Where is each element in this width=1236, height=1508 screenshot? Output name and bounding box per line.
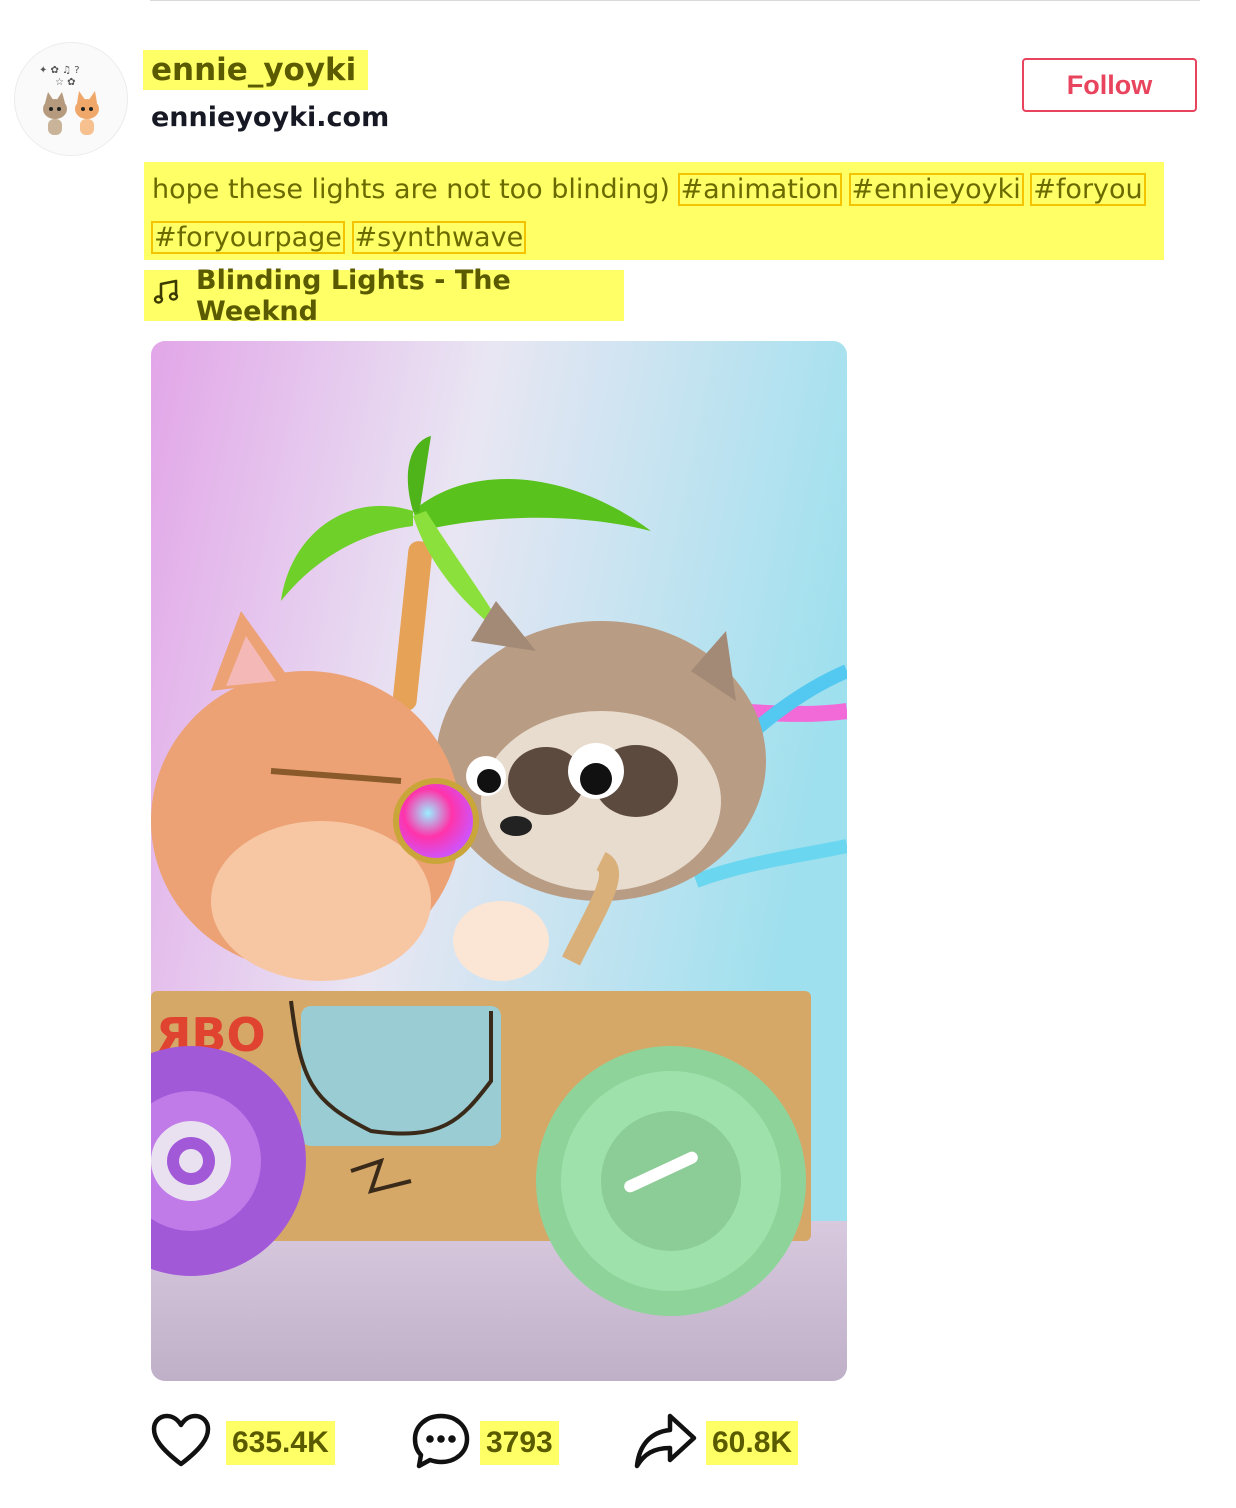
music-note-icon (152, 277, 182, 314)
like-action[interactable]: 635.4K (150, 1410, 335, 1476)
author-username[interactable]: ennie_yoyki (143, 50, 369, 90)
hashtag-link[interactable]: #foryou (1030, 173, 1146, 206)
comment-count: 3793 (480, 1421, 559, 1465)
hashtag-link[interactable]: #foryourpage (151, 221, 345, 254)
top-divider (150, 0, 1200, 1)
hashtag-link[interactable]: #animation (677, 173, 842, 206)
share-arrow-icon[interactable] (632, 1410, 698, 1476)
music-link[interactable]: Blinding Lights - The Weeknd (144, 265, 624, 327)
comment-action[interactable]: 3793 (410, 1410, 559, 1476)
post-caption: hope these lights are not too blinding) … (144, 162, 1164, 260)
hashtag-link[interactable]: #ennieyoyki (848, 173, 1024, 206)
heart-icon[interactable] (150, 1412, 212, 1474)
like-count: 635.4K (226, 1421, 335, 1465)
share-count: 60.8K (706, 1421, 799, 1465)
follow-button[interactable]: Follow (1022, 58, 1197, 112)
svg-text:✦ ✿ ♫ ?: ✦ ✿ ♫ ? (39, 65, 80, 76)
author-website[interactable]: ennieyoyki.com (151, 100, 389, 136)
share-action[interactable]: 60.8K (632, 1410, 799, 1476)
svg-text:☆ ✿: ☆ ✿ (55, 77, 76, 88)
music-title: Blinding Lights - The Weeknd (196, 264, 511, 327)
hashtag-link[interactable]: #synthwave (351, 221, 527, 254)
author-avatar[interactable]: ✦ ✿ ♫ ? ☆ ✿ (14, 42, 128, 156)
video-player[interactable]: ЯВО (151, 341, 847, 1381)
caption-text: hope these lights are not too blinding) (152, 174, 670, 205)
comment-bubble-icon[interactable] (410, 1410, 472, 1476)
